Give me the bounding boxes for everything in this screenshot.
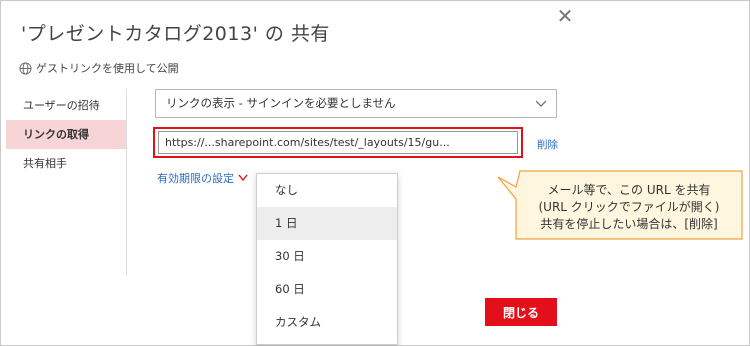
expiration-dropdown: なし 1 日 30 日 60 日 カスタム bbox=[256, 173, 398, 345]
chevron-down-icon bbox=[238, 174, 248, 182]
sidebar-item-label: リンクの取得 bbox=[23, 128, 89, 141]
link-type-select[interactable]: リンクの表示 - サインインを必要としません bbox=[155, 89, 557, 118]
callout-line-1: メール等で、この URL を共有 bbox=[547, 183, 711, 197]
sidebar-item-label: ユーザーの招待 bbox=[23, 99, 100, 112]
dialog-title: 'プレゼントカタログ2013' の 共有 bbox=[21, 23, 330, 45]
expiration-label: 有効期限の設定 bbox=[157, 172, 234, 185]
link-type-value: リンクの表示 - サインインを必要としません bbox=[166, 96, 396, 110]
sidebar-item-invite[interactable]: ユーザーの招待 bbox=[6, 91, 126, 120]
delete-link[interactable]: 削除 bbox=[537, 137, 558, 152]
globe-icon bbox=[19, 61, 32, 75]
sidebar-item-get-link[interactable]: リンクの取得 bbox=[6, 120, 126, 149]
expiration-setting[interactable]: 有効期限の設定 bbox=[157, 170, 248, 186]
guest-link-label: ゲストリンクを使用して公開 bbox=[36, 62, 179, 75]
link-url-field[interactable]: https://...sharepoint.com/sites/test/_la… bbox=[158, 131, 518, 154]
sidebar-item-shared-with[interactable]: 共有相手 bbox=[6, 149, 126, 178]
callout-text: メール等で、この URL を共有 (URL クリックでファイルが開く) 共有を停… bbox=[516, 182, 742, 233]
callout-line-2: (URL クリックでファイルが開く) bbox=[538, 200, 720, 214]
sidebar-item-label: 共有相手 bbox=[23, 157, 67, 170]
close-button[interactable]: 閉じる bbox=[485, 298, 557, 326]
dropdown-option-1-day[interactable]: 1 日 bbox=[257, 207, 397, 240]
guest-link-row: ゲストリンクを使用して公開 bbox=[19, 60, 179, 76]
dropdown-option-60-days[interactable]: 60 日 bbox=[257, 273, 397, 306]
sidebar-divider bbox=[126, 89, 127, 275]
callout-line-3: 共有を停止したい場合は、[削除] bbox=[540, 217, 718, 231]
dropdown-option-none[interactable]: なし bbox=[257, 174, 397, 207]
dropdown-option-custom[interactable]: カスタム bbox=[257, 306, 397, 339]
chevron-down-icon bbox=[536, 100, 546, 107]
close-icon[interactable]: ✕ bbox=[554, 5, 576, 27]
dropdown-option-30-days[interactable]: 30 日 bbox=[257, 240, 397, 273]
